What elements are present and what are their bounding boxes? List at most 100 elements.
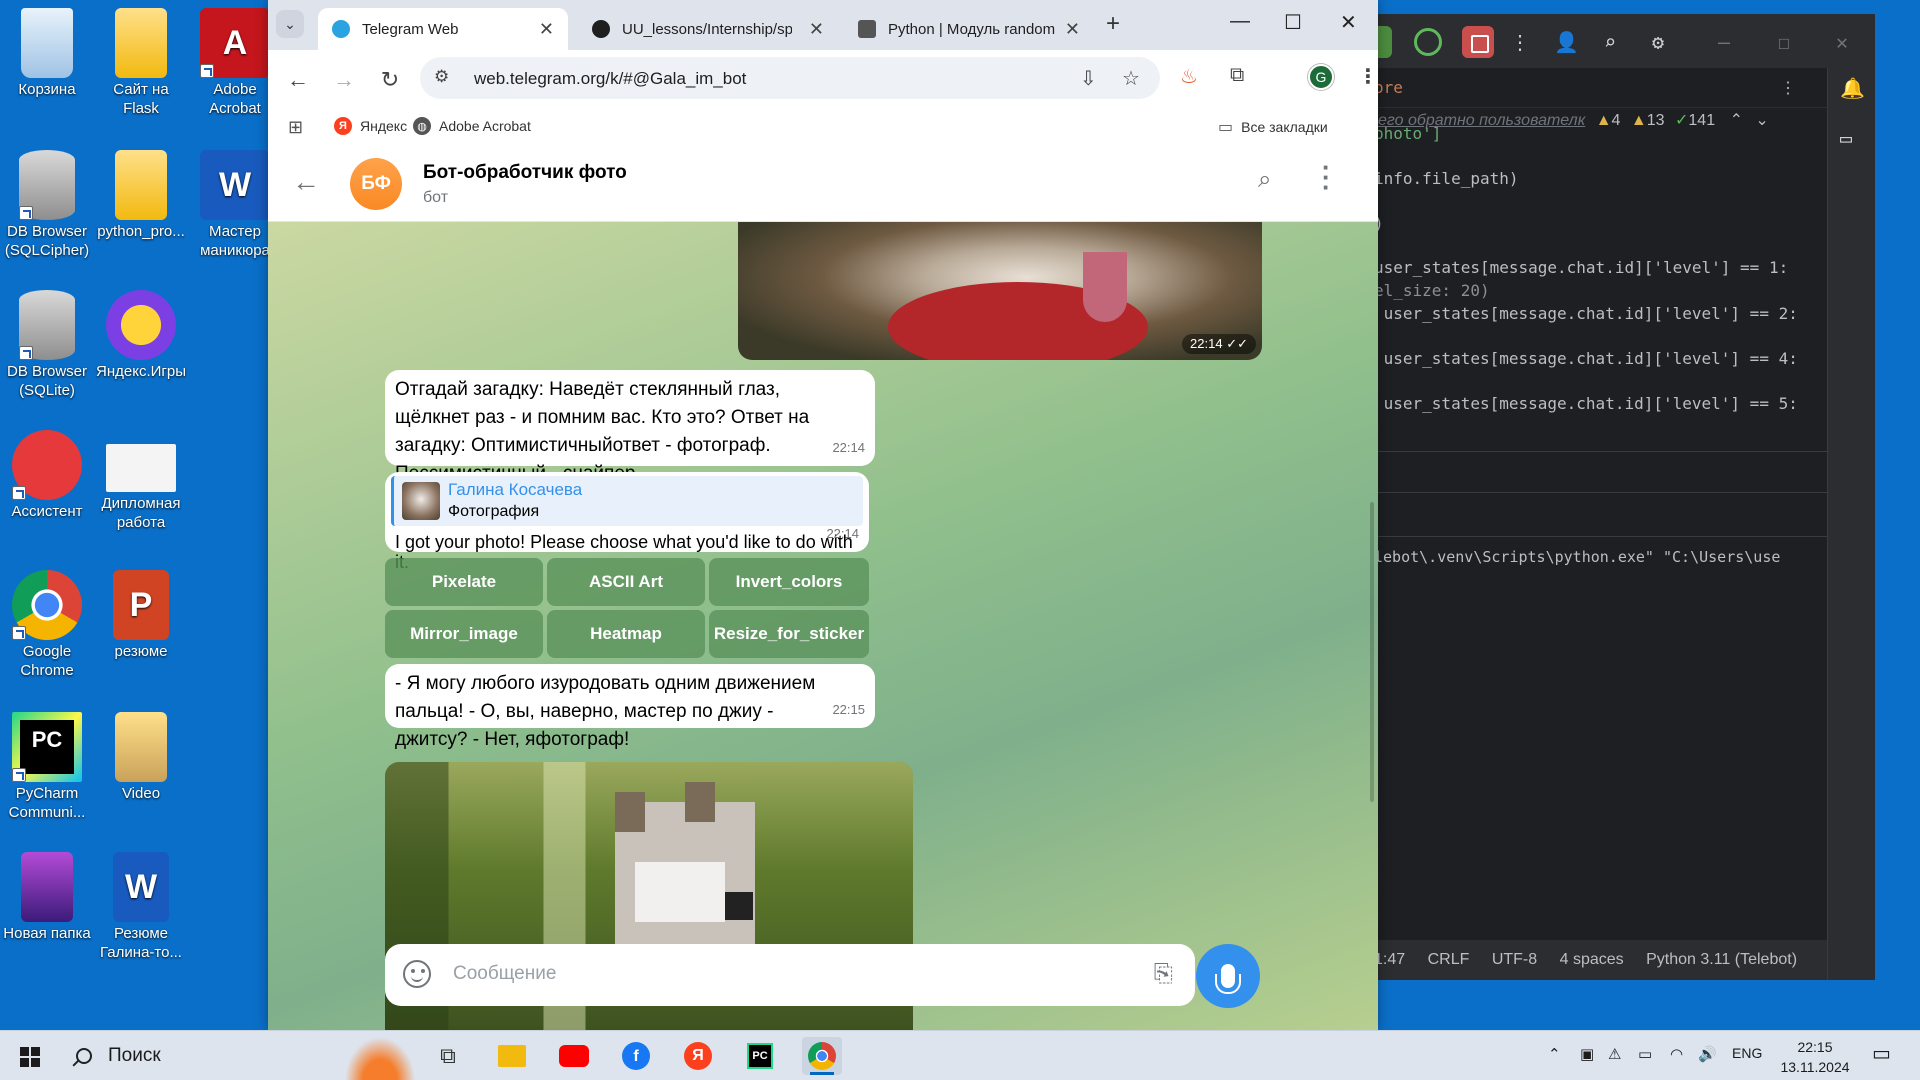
- pycharm-icon[interactable]: PC: [740, 1037, 780, 1075]
- pixelate-button[interactable]: Pixelate: [385, 558, 543, 606]
- bookmark-yandex[interactable]: Я Яндекс: [334, 117, 407, 135]
- extensions-icon[interactable]: ⧉: [1230, 64, 1244, 87]
- install-app-icon[interactable]: ⇩: [1080, 66, 1097, 91]
- heatmap-button[interactable]: Heatmap: [547, 610, 705, 658]
- desktop-icon-db-sqlcipher[interactable]: DB Browser (SQLCipher): [0, 150, 94, 260]
- add-user-icon[interactable]: 👤: [1554, 30, 1579, 54]
- explorer-icon[interactable]: [492, 1037, 532, 1075]
- stop-button[interactable]: [1462, 26, 1494, 58]
- taskbar-search-label: Поиск: [108, 1045, 161, 1066]
- volume-icon[interactable]: 🔊: [1698, 1045, 1717, 1063]
- settings-icon[interactable]: ⚙: [1652, 30, 1664, 54]
- editor-tab[interactable]: ore: [1374, 78, 1403, 97]
- back-button[interactable]: ←: [280, 62, 316, 98]
- more-vertical-icon[interactable]: ⋮: [1780, 68, 1796, 108]
- more-vertical-icon[interactable]: ⋮: [1510, 30, 1530, 54]
- close-tab-icon[interactable]: ✕: [809, 19, 824, 40]
- tab-python-random[interactable]: Python | Модуль random ✕: [844, 8, 1094, 50]
- tray-app-icon[interactable]: ▣: [1580, 1045, 1594, 1063]
- invert-colors-button[interactable]: Invert_colors: [709, 558, 869, 606]
- minimize-button[interactable]: —: [1230, 10, 1250, 33]
- tray-alert-icon[interactable]: ⚠: [1608, 1045, 1621, 1063]
- caret-position[interactable]: 1:47: [1374, 951, 1405, 968]
- desktop-icon-chrome[interactable]: Google Chrome: [0, 570, 94, 680]
- reply-preview[interactable]: Галина Косачева Фотография: [391, 476, 863, 526]
- tab-github[interactable]: UU_lessons/Internship/sp ✕: [578, 8, 838, 50]
- search-icon[interactable]: ⌕: [1258, 166, 1271, 194]
- site-info-icon[interactable]: ⚙: [434, 67, 456, 89]
- forward-button[interactable]: →: [326, 62, 362, 98]
- shortcut-arrow-icon: [200, 64, 214, 78]
- debug-icon[interactable]: [1414, 28, 1442, 56]
- emoji-icon[interactable]: [403, 960, 431, 988]
- indent-setting[interactable]: 4 spaces: [1560, 951, 1624, 968]
- chat-title[interactable]: Бот-обработчик фото: [423, 162, 627, 184]
- desktop-icon-python-pro[interactable]: python_pro...: [94, 150, 188, 241]
- tab-search-button[interactable]: ⌄: [276, 10, 304, 38]
- chat-avatar[interactable]: БФ: [350, 158, 402, 210]
- attach-icon[interactable]: ⎘: [1154, 960, 1173, 988]
- chat-area: 22:14 ✓✓ Отгадай загадку: Наведёт стекля…: [268, 222, 1378, 1030]
- desktop-icon-resume-ppt[interactable]: P резюме: [94, 570, 188, 661]
- apps-icon[interactable]: ⊞: [288, 117, 303, 138]
- battery-icon[interactable]: ▭: [1638, 1045, 1652, 1063]
- url-text[interactable]: web.telegram.org/k/#@Gala_im_bot: [474, 69, 746, 89]
- close-icon[interactable]: ✕: [1836, 30, 1848, 54]
- desktop-icon-yandex-games[interactable]: Яндекс.Игры: [94, 290, 188, 381]
- input-language[interactable]: ENG: [1732, 1045, 1762, 1061]
- tab-telegram[interactable]: Telegram Web ✕: [318, 8, 568, 50]
- notifications-icon[interactable]: ▭: [1872, 1041, 1891, 1066]
- chrome-icon[interactable]: [802, 1037, 842, 1075]
- desktop-icon-pycharm[interactable]: PC PyCharm Communi...: [0, 712, 94, 822]
- bookmark-star-icon[interactable]: ☆: [1122, 66, 1140, 91]
- voice-record-button[interactable]: [1196, 944, 1260, 1008]
- address-bar[interactable]: ⚙ web.telegram.org/k/#@Gala_im_bot ⇩ ☆: [420, 57, 1160, 99]
- extension-flame-icon[interactable]: ♨: [1180, 64, 1198, 89]
- notifications-icon[interactable]: 🔔: [1840, 76, 1865, 100]
- desktop-icon-video[interactable]: Video: [94, 712, 188, 803]
- chat-scrollbar[interactable]: [1370, 502, 1374, 802]
- youtube-icon[interactable]: [554, 1037, 594, 1075]
- profile-avatar[interactable]: G: [1308, 64, 1334, 90]
- chevron-up-icon[interactable]: ⌃: [1730, 112, 1743, 129]
- reload-button[interactable]: ↻: [372, 62, 408, 98]
- search-icon[interactable]: ⌕: [1604, 30, 1616, 54]
- ascii-art-button[interactable]: ASCII Art: [547, 558, 705, 606]
- wifi-icon[interactable]: ◠: [1670, 1045, 1683, 1063]
- desktop-icon-resume-word[interactable]: W Резюме Галина-то...: [94, 852, 188, 962]
- more-vertical-icon[interactable]: · · ·: [1322, 154, 1331, 200]
- bookmark-acrobat[interactable]: ◍ Adobe Acrobat: [413, 117, 531, 135]
- chevron-down-icon[interactable]: ⌄: [1755, 112, 1768, 129]
- desktop-icon-new-folder[interactable]: Новая папка: [0, 852, 94, 943]
- yandex-icon[interactable]: Я: [678, 1037, 718, 1075]
- maximize-button[interactable]: ☐: [1284, 10, 1302, 35]
- back-arrow-icon[interactable]: ←: [292, 166, 320, 198]
- maximize-icon[interactable]: ☐: [1778, 30, 1790, 54]
- more-vertical-icon[interactable]: ⋮: [1358, 64, 1378, 89]
- desktop-icon-diploma[interactable]: Дипломная работа: [94, 430, 188, 532]
- minimize-icon[interactable]: —: [1718, 30, 1730, 54]
- desktop-icon-assistant[interactable]: Ассистент: [0, 430, 94, 521]
- resize-for-sticker-button[interactable]: Resize_for_sticker: [709, 610, 869, 658]
- chevron-up-icon[interactable]: ⌃: [1548, 1045, 1561, 1063]
- file-encoding[interactable]: UTF-8: [1492, 951, 1537, 968]
- python-interpreter[interactable]: Python 3.11 (Telebot): [1646, 951, 1797, 968]
- mirror-image-button[interactable]: Mirror_image: [385, 610, 543, 658]
- photo-message[interactable]: 22:14 ✓✓: [738, 222, 1262, 360]
- desktop-icon-flask-site[interactable]: Сайт на Flask: [94, 8, 188, 118]
- close-tab-icon[interactable]: ✕: [539, 19, 554, 40]
- line-separator[interactable]: CRLF: [1428, 951, 1470, 968]
- facebook-icon[interactable]: f: [616, 1037, 656, 1075]
- desktop-icon-db-sqlite[interactable]: DB Browser (SQLite): [0, 290, 94, 400]
- toolbox-icon[interactable]: ▭: [1840, 126, 1852, 150]
- task-view-icon[interactable]: ⧉: [428, 1037, 468, 1075]
- close-window-button[interactable]: ✕: [1340, 10, 1357, 35]
- all-bookmarks[interactable]: ▭ Все закладки: [1218, 117, 1328, 137]
- close-tab-icon[interactable]: ✕: [1065, 19, 1080, 40]
- taskbar-search[interactable]: Поиск: [60, 1031, 350, 1080]
- clock[interactable]: 22:15 13.11.2024: [1770, 1037, 1860, 1077]
- new-tab-button[interactable]: +: [1106, 10, 1120, 38]
- desktop-icon-recycle-bin[interactable]: Корзина: [0, 8, 94, 99]
- message-input[interactable]: Сообщение: [453, 963, 556, 985]
- start-button[interactable]: [20, 1047, 40, 1067]
